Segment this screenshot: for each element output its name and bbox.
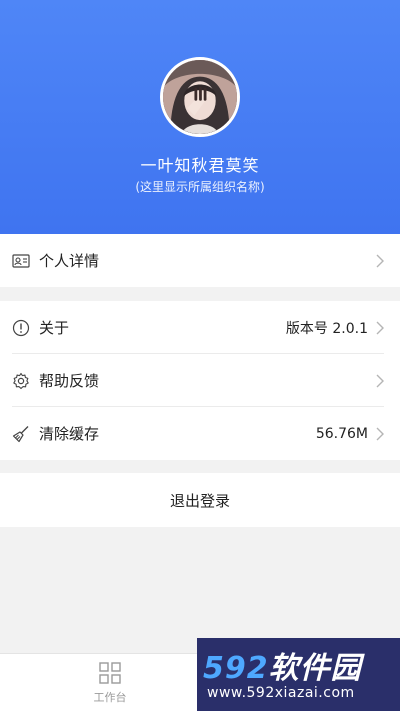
clear-cache-row[interactable]: 清除缓存 56.76M: [0, 407, 400, 460]
logout-button[interactable]: 退出登录: [0, 473, 400, 527]
avatar[interactable]: [160, 57, 240, 137]
grid-icon: [98, 661, 122, 685]
about-row[interactable]: 关于 版本号 2.0.1: [0, 301, 400, 354]
tab-workbench[interactable]: 工作台: [10, 654, 210, 711]
help-feedback-label: 帮助反馈: [39, 372, 100, 390]
chevron-right-icon: [376, 321, 384, 335]
version-value: 版本号 2.0.1: [285, 320, 368, 337]
help-feedback-row[interactable]: 帮助反馈: [0, 354, 400, 407]
personal-details-row[interactable]: 个人详情: [0, 234, 400, 287]
personal-group: 个人详情: [0, 234, 400, 287]
cache-size-value: 56.76M: [315, 425, 368, 442]
profile-header: 一叶知秋君莫笑 (这里显示所属组织名称): [0, 0, 400, 234]
watermark-brand: 592软件园: [203, 651, 362, 686]
about-label: 关于: [39, 319, 70, 337]
chevron-right-icon: [376, 254, 384, 268]
personal-details-label: 个人详情: [39, 252, 100, 270]
chevron-right-icon: [376, 374, 384, 388]
organization-name: (这里显示所属组织名称): [135, 180, 265, 194]
id-card-icon: [12, 252, 30, 270]
broom-icon: [12, 425, 30, 443]
info-icon: [12, 319, 30, 337]
clear-cache-label: 清除缓存: [39, 425, 100, 443]
tab-workbench-label: 工作台: [93, 691, 127, 704]
gear-icon: [12, 372, 30, 390]
watermark-url: www.592xiazai.com: [207, 685, 355, 701]
user-name: 一叶知秋君莫笑: [140, 156, 260, 175]
watermark-logo: 592软件园 www.592xiazai.com: [197, 638, 400, 711]
chevron-right-icon: [376, 427, 384, 441]
settings-group: 关于 版本号 2.0.1 帮助反馈 清除缓存 56.76M: [0, 301, 400, 460]
avatar-image: [163, 60, 237, 134]
